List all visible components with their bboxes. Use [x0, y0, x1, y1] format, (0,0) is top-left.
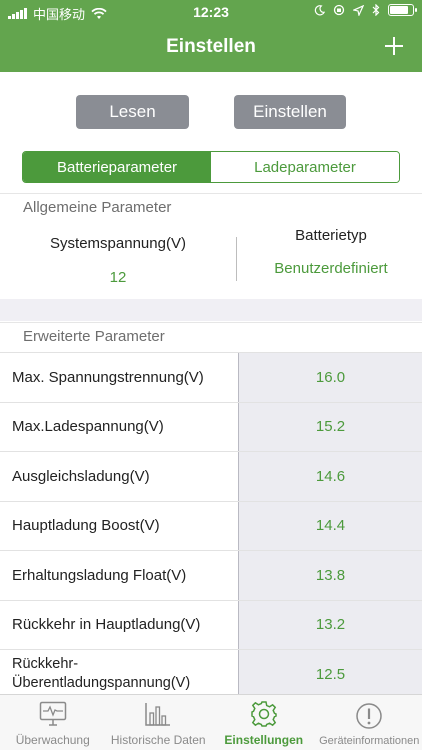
param-row-max-charge-voltage: Max.Ladespannung(V) 15.2 [0, 401, 422, 451]
tab-label: Einstellungen [224, 733, 304, 747]
nav-bar: Einstellen [0, 24, 422, 72]
param-label: Max. Spannungstrennung(V) [0, 353, 239, 402]
battery-icon [388, 4, 417, 16]
param-value-field[interactable]: 15.2 [239, 402, 422, 451]
status-bar: 中国移动 12:23 [0, 0, 422, 24]
tab-settings[interactable]: Einstellungen [211, 695, 317, 750]
moon-icon [314, 4, 325, 15]
param-row-equalize: Ausgleichsladung(V) 14.6 [0, 451, 422, 501]
column-divider [236, 237, 237, 281]
action-row: Lesen Einstellen [0, 95, 422, 129]
bluetooth-icon [372, 4, 380, 16]
tab-history[interactable]: Historische Daten [106, 695, 212, 750]
param-row-over-discharge-return: Rückkehr-Überentladungspannung(V) 12.5 [0, 649, 422, 699]
tab-bar: Überwachung Historische Daten Einstellun… [0, 694, 422, 750]
system-voltage-value: 12 [109, 269, 127, 286]
orientation-lock-icon [333, 4, 345, 16]
gear-icon [249, 699, 279, 729]
tab-monitoring[interactable]: Überwachung [0, 695, 106, 750]
advanced-parameters-header: Erweiterte Parameter [0, 322, 422, 349]
param-value-field[interactable]: 13.2 [239, 600, 422, 649]
param-row-float: Erhaltungsladung Float(V) 13.8 [0, 550, 422, 600]
tab-label: Historische Daten [110, 733, 206, 747]
monitor-icon [38, 699, 68, 729]
location-icon [353, 4, 364, 16]
tab-battery-parameters[interactable]: Batterieparameter [23, 152, 211, 182]
tab-label: Überwachung [15, 733, 90, 747]
status-right [314, 4, 417, 16]
general-parameters-header: Allgemeine Parameter [0, 193, 422, 220]
param-row-max-voltage-disconnect: Max. Spannungstrennung(V) 16.0 [0, 352, 422, 402]
param-value-field[interactable]: 13.8 [239, 551, 422, 600]
plus-icon[interactable] [378, 30, 410, 62]
tab-charging-parameters[interactable]: Ladeparameter [211, 152, 399, 182]
battery-type-label: Batterietyp [295, 227, 367, 244]
general-parameters: Systemspannung(V) 12 Batterietyp Benutze… [0, 221, 422, 299]
set-button[interactable]: Einstellen [234, 95, 346, 129]
param-value-field[interactable]: 12.5 [239, 650, 422, 699]
param-label: Rückkehr-Überentladungspannung(V) [0, 650, 239, 699]
system-voltage-label: Systemspannung(V) [50, 235, 186, 252]
tab-device-info[interactable]: Geräteinformationen [317, 695, 422, 750]
page-title: Einstellen [166, 36, 256, 57]
battery-type-cell[interactable]: Batterietyp Benutzerdefiniert [240, 227, 422, 277]
info-icon [354, 701, 384, 731]
param-label: Max.Ladespannung(V) [0, 402, 239, 451]
param-label: Hauptladung Boost(V) [0, 501, 239, 550]
param-label: Erhaltungsladung Float(V) [0, 551, 239, 600]
param-label: Rückkehr in Hauptladung(V) [0, 600, 239, 649]
param-row-boost: Hauptladung Boost(V) 14.4 [0, 500, 422, 550]
parameter-segment-control: Batterieparameter Ladeparameter [22, 151, 400, 183]
read-button[interactable]: Lesen [76, 95, 189, 129]
tab-label: Geräteinformationen [319, 735, 420, 747]
system-voltage-cell[interactable]: Systemspannung(V) 12 [0, 235, 236, 286]
param-value-field[interactable]: 14.6 [239, 452, 422, 501]
param-value-field[interactable]: 14.4 [239, 501, 422, 550]
param-value-field[interactable]: 16.0 [239, 353, 422, 402]
param-label: Ausgleichsladung(V) [0, 452, 239, 501]
section-gap [0, 299, 422, 321]
advanced-parameter-list: Max. Spannungstrennung(V) 16.0 Max.Lades… [0, 352, 422, 699]
bar-chart-icon [143, 699, 173, 729]
battery-type-value: Benutzerdefiniert [274, 260, 388, 277]
param-row-boost-return: Rückkehr in Hauptladung(V) 13.2 [0, 599, 422, 649]
